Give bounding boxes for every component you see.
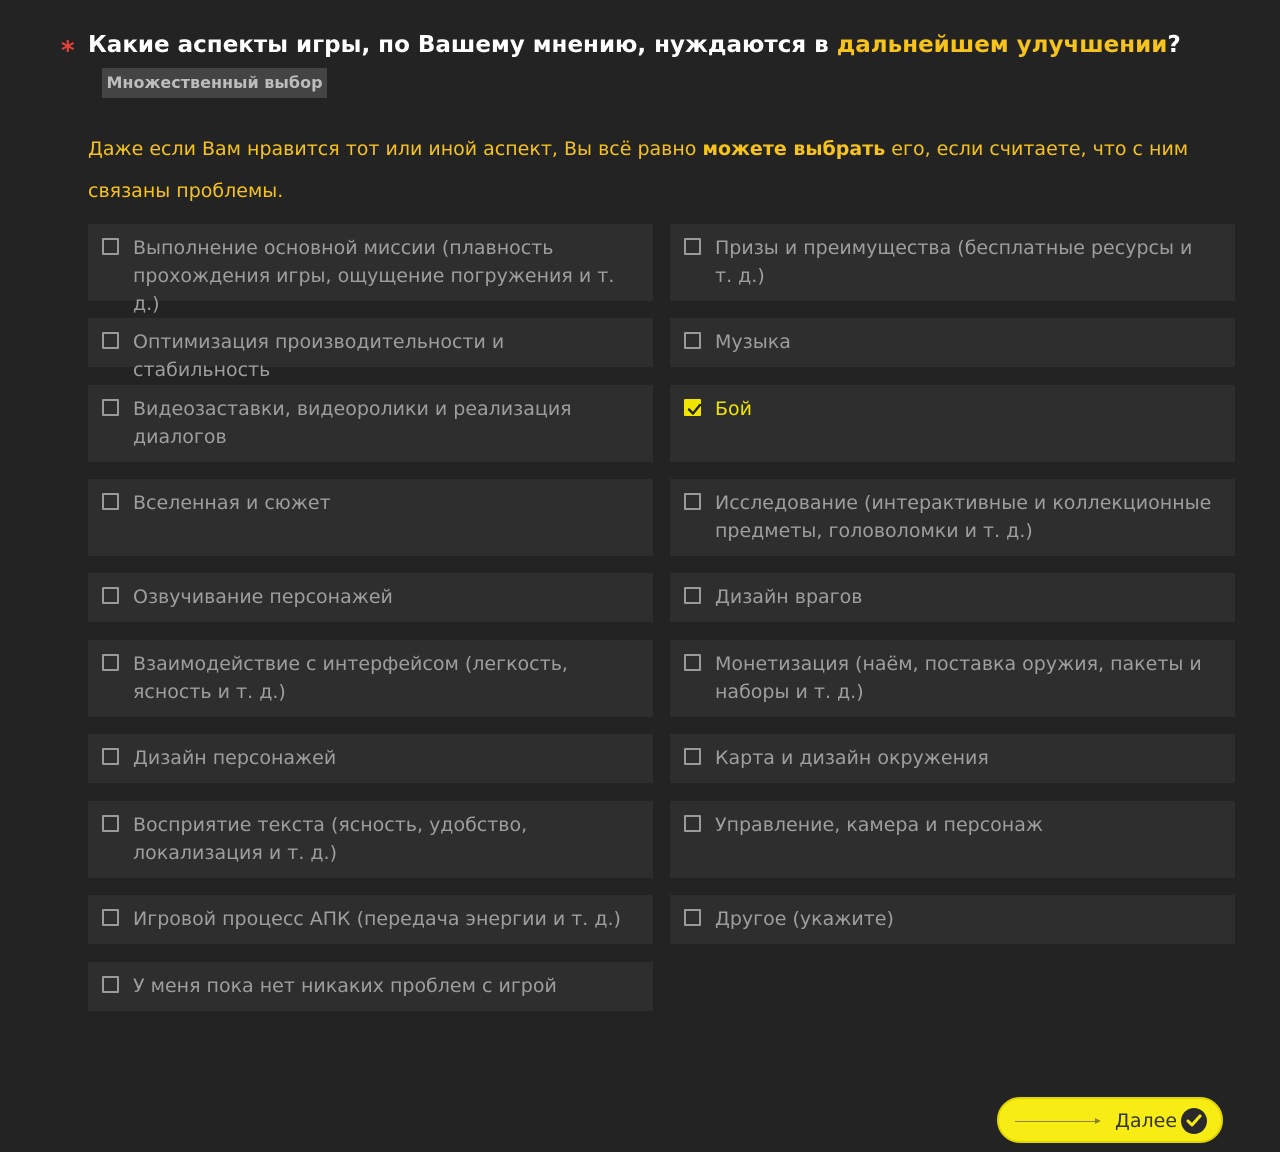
checkbox-icon[interactable] [102,399,119,416]
option-label: Взаимодействие с интерфейсом (легкость, … [133,653,568,703]
check-circle-icon [1181,1108,1207,1134]
option-checkbox-item[interactable]: Призы и преимущества (бесплатные ресурсы… [670,224,1235,301]
option-checkbox-item[interactable]: Бой [670,385,1235,462]
next-button-label: Далее [1115,1110,1178,1132]
checkbox-icon[interactable] [102,587,119,604]
required-mark: * [61,36,75,66]
question-type-badge: Множественный выбор [102,68,327,98]
checkbox-icon[interactable] [684,654,701,671]
option-label: Выполнение основной миссии (плавность пр… [133,237,615,315]
option-label: Игровой процесс АПК (передача энергии и … [133,908,621,930]
option-label: Карта и дизайн окружения [715,747,989,769]
checkbox-icon[interactable] [102,815,119,832]
survey-page: * Какие аспекты игры, по Вашему мнению, … [0,0,1280,1152]
option-label: Дизайн врагов [715,586,863,608]
hint-text-start: Даже если Вам нравится тот или иной аспе… [88,138,703,160]
option-label: Вселенная и сюжет [133,492,331,514]
arrow-right-icon [1095,1118,1101,1124]
option-label: Музыка [715,331,791,353]
question-highlight: дальнейшем улучшении [836,32,1168,58]
hint-emphasis: можете выбрать [702,138,886,160]
checkbox-icon[interactable] [102,976,119,993]
option-label: Восприятие текста (ясность, удобство, ло… [133,814,528,864]
option-label: Другое (укажите) [715,908,894,930]
checkbox-icon[interactable] [102,332,119,349]
checkbox-icon[interactable] [684,748,701,765]
option-checkbox-item[interactable]: Исследование (интерактивные и коллекцион… [670,479,1235,556]
question-title: Какие аспекты игры, по Вашему мнению, ну… [88,28,1258,62]
option-checkbox-item[interactable]: Управление, камера и персонаж [670,801,1235,878]
checkbox-icon[interactable] [684,909,701,926]
option-checkbox-item[interactable]: Восприятие текста (ясность, удобство, ло… [88,801,653,878]
option-label: Бой [715,398,753,420]
checkbox-icon[interactable] [102,748,119,765]
option-checkbox-item[interactable]: Карта и дизайн окружения [670,734,1235,783]
option-label: Исследование (интерактивные и коллекцион… [715,492,1212,542]
checkbox-checked-icon[interactable] [684,399,702,416]
option-checkbox-item[interactable]: Оптимизация производительности и стабиль… [88,318,653,381]
option-checkbox-item[interactable]: Взаимодействие с интерфейсом (легкость, … [88,640,653,717]
checkbox-icon[interactable] [684,815,701,832]
question-text: Какие аспекты игры, по Вашему мнению, ну… [88,32,837,58]
option-label: Дизайн персонажей [133,747,337,769]
option-checkbox-item[interactable]: Выполнение основной миссии (плавность пр… [88,224,653,315]
option-checkbox-item[interactable]: У меня пока нет никаких проблем с игрой [88,962,653,1011]
checkbox-icon[interactable] [102,238,119,255]
option-checkbox-item[interactable]: Монетизация (наём, поставка оружия, паке… [670,640,1235,717]
option-checkbox-item[interactable]: Игровой процесс АПК (передача энергии и … [88,895,653,944]
question-punctuation: ? [1167,32,1181,58]
option-checkbox-item[interactable]: Другое (укажите) [670,895,1235,944]
option-label: Управление, камера и персонаж [715,814,1043,836]
option-label: Видеозаставки, видеоролики и реализация … [133,398,572,448]
option-label: У меня пока нет никаких проблем с игрой [133,975,557,997]
next-button[interactable]: Далее [997,1097,1223,1143]
checkbox-icon[interactable] [684,493,701,510]
option-checkbox-item[interactable]: Музыка [670,318,1235,367]
option-label: Озвучивание персонажей [133,586,393,608]
option-checkbox-item[interactable]: Дизайн персонажей [88,734,653,783]
checkbox-icon[interactable] [684,587,701,604]
question-hint: Даже если Вам нравится тот или иной аспе… [88,128,1238,212]
checkbox-icon[interactable] [684,332,701,349]
option-label: Призы и преимущества (бесплатные ресурсы… [715,237,1193,287]
option-label: Оптимизация производительности и стабиль… [133,331,505,381]
checkbox-icon[interactable] [684,238,701,255]
option-checkbox-item[interactable]: Дизайн врагов [670,573,1235,622]
option-checkbox-item[interactable]: Озвучивание персонажей [88,573,653,622]
option-checkbox-item[interactable]: Видеозаставки, видеоролики и реализация … [88,385,653,462]
option-checkbox-item[interactable]: Вселенная и сюжет [88,479,653,556]
checkbox-icon[interactable] [102,654,119,671]
option-label: Монетизация (наём, поставка оружия, паке… [715,653,1202,703]
checkbox-icon[interactable] [102,909,119,926]
checkbox-icon[interactable] [102,493,119,510]
arrow-line-decoration [1015,1121,1099,1122]
